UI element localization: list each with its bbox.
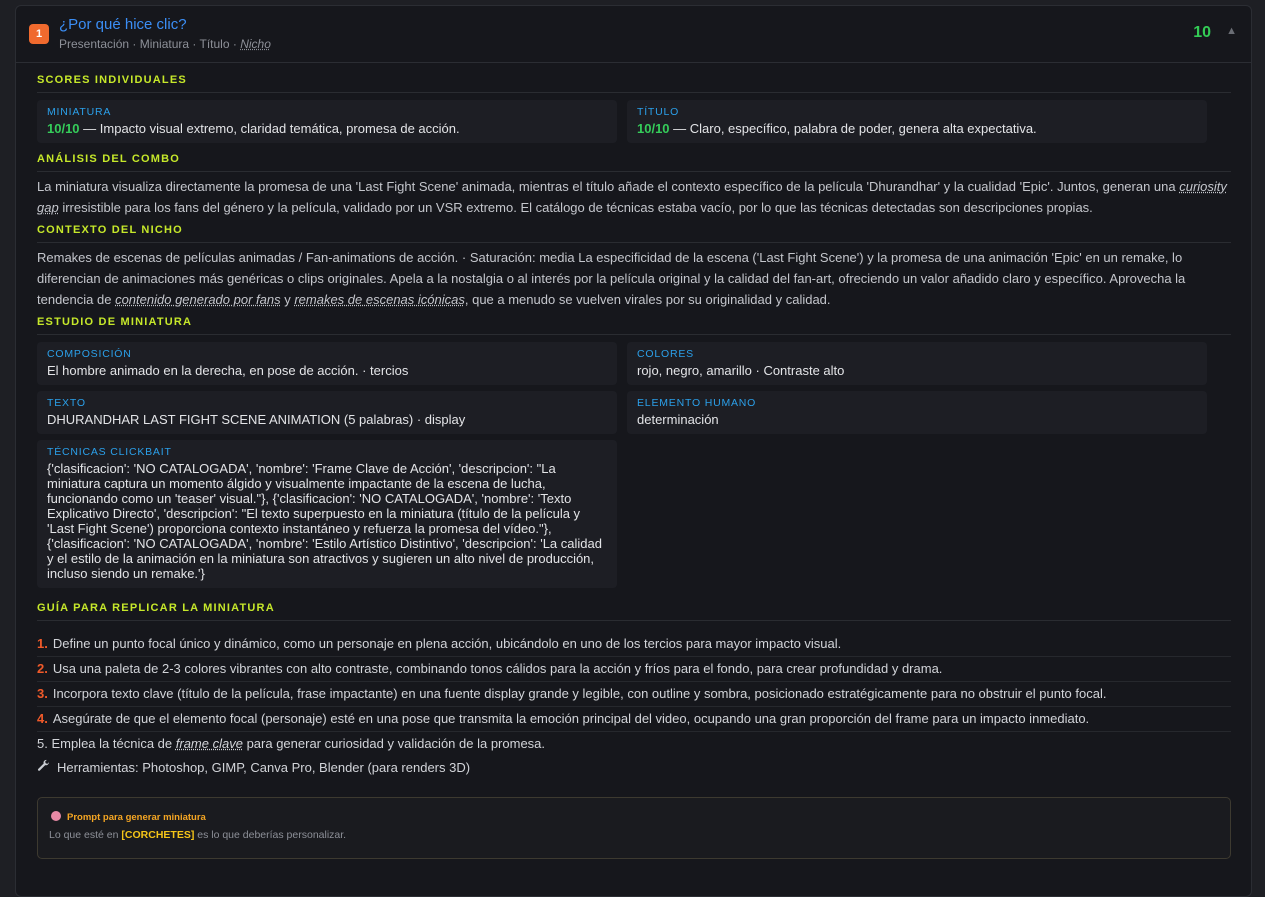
card-texto: TEXTO DHURANDHAR LAST FIGHT SCENE ANIMAT… <box>37 391 617 434</box>
total-score: 10 <box>1193 24 1211 41</box>
card-text: 10/10 — Impacto visual extremo, claridad… <box>47 121 607 136</box>
analysis-panel: 1 ¿Por qué hice clic? Presentación · Min… <box>15 5 1252 897</box>
subtitle-nicho: Nicho <box>240 37 271 51</box>
estudio-row-1: COMPOSICIÓN El hombre animado en la dere… <box>37 342 1231 385</box>
nicho-paragraph: Remakes de escenas de películas animadas… <box>37 247 1231 310</box>
card-label: ELEMENTO HUMANO <box>637 397 757 409</box>
combo-text: La miniatura visualiza directamente la p… <box>37 179 1180 194</box>
subtitle-text: Presentación · Miniatura · Título · <box>59 37 237 51</box>
nicho-italic: contenido generado por fans <box>115 292 281 307</box>
combo-text: irresistible para los fans del género y … <box>58 200 1093 215</box>
card-label: MINIATURA <box>47 106 112 118</box>
score-value: 10/10 <box>637 121 670 136</box>
list-item: 5. Emplea la técnica de frame clave para… <box>37 732 1231 756</box>
score-comment: — Impacto visual extremo, claridad temát… <box>79 121 460 136</box>
section-scores-heading: SCORES INDIVIDUALES <box>37 74 1231 93</box>
panel-subtitle: Presentación · Miniatura · Título · Nich… <box>59 37 271 51</box>
list-item: 2. Usa una paleta de 2-3 colores vibrante… <box>37 657 1231 682</box>
section-guia-heading: GUÍA PARA REPLICAR LA MINIATURA <box>37 602 1231 621</box>
item-text: 5. Emplea la técnica de <box>37 736 176 751</box>
card-text: {'clasificacion': 'NO CATALOGADA', 'nomb… <box>47 461 602 581</box>
card-text: determinación <box>637 412 719 427</box>
card-elemento-humano: ELEMENTO HUMANO determinación <box>627 391 1207 434</box>
scores-grid: MINIATURA 10/10 — Impacto visual extremo… <box>37 100 1231 143</box>
item-number: 4. <box>37 711 48 726</box>
hint-text: Lo que esté en <box>49 829 122 841</box>
nicho-italic: remakes de escenas icónicas <box>294 292 465 307</box>
item-number: 3. <box>37 686 48 701</box>
tools-text: Herramientas: Photoshop, GIMP, Canva Pro… <box>57 760 471 775</box>
card-tecnicas-clickbait: TÉCNICAS CLICKBAIT {'clasificacion': 'NO… <box>37 440 617 588</box>
score-card-titulo: TÍTULO 10/10 — Claro, específico, palabr… <box>627 100 1207 143</box>
combo-paragraph: La miniatura visualiza directamente la p… <box>37 176 1231 218</box>
card-colores: COLORES rojo, negro, amarillo · Contrast… <box>627 342 1207 385</box>
card-text: rojo, negro, amarillo · Contraste alto <box>637 363 845 378</box>
card-text: El hombre animado en la derecha, en pose… <box>47 363 409 378</box>
list-item: 4. Asegúrate de que el elemento focal (pe… <box>37 707 1231 732</box>
card-composicion: COMPOSICIÓN El hombre animado en la dere… <box>37 342 617 385</box>
list-item: 1. Define un punto focal único y dinámico… <box>37 632 1231 657</box>
wrench-icon <box>37 756 51 780</box>
card-label: COMPOSICIÓN <box>47 348 132 360</box>
estudio-row-2: TEXTO DHURANDHAR LAST FIGHT SCENE ANIMAT… <box>37 391 1231 434</box>
score-card-miniatura: MINIATURA 10/10 — Impacto visual extremo… <box>37 100 617 143</box>
item-italic: frame clave <box>175 736 243 751</box>
section-nicho-heading: CONTEXTO DEL NICHO <box>37 224 1231 243</box>
panel-header[interactable]: 1 ¿Por qué hice clic? Presentación · Min… <box>16 6 1251 63</box>
item-text: Define un punto focal único y dinámico, … <box>52 636 842 651</box>
score-value: 10/10 <box>47 121 80 136</box>
item-text: para generar curiosidad y validación de … <box>242 736 546 751</box>
card-label: TEXTO <box>47 397 86 409</box>
hint-bold: [CORCHETES] <box>121 829 195 841</box>
nicho-text: , que a menudo se vuelven virales por su… <box>464 292 831 307</box>
card-text: 10/10 — Claro, específico, palabra de po… <box>637 121 1197 136</box>
list-item: 3. Incorpora texto clave (título de la pe… <box>37 682 1231 707</box>
score-comment: — Claro, específico, palabra de poder, g… <box>669 121 1037 136</box>
card-label: TÍTULO <box>637 106 680 118</box>
item-text: Incorpora texto clave (título de la pelí… <box>52 686 1107 701</box>
item-number: 2. <box>37 661 48 676</box>
hint-text: es lo que deberías personalizar. <box>194 829 347 841</box>
item-text: Usa una paleta de 2-3 colores vibrantes … <box>52 661 943 676</box>
item-text: Asegúrate de que el elemento focal (pers… <box>52 711 1090 726</box>
section-combo-heading: ANÁLISIS DEL COMBO <box>37 153 1231 172</box>
card-label: COLORES <box>637 348 694 360</box>
section-estudio-heading: ESTUDIO DE MINIATURA <box>37 316 1231 335</box>
prompt-title: Prompt para generar miniatura <box>51 811 206 823</box>
prompt-hint: Lo que esté en [CORCHETES] es lo que deb… <box>49 829 346 841</box>
index-badge: 1 <box>29 24 49 44</box>
collapse-chevron-icon[interactable]: ▲ <box>1226 25 1237 37</box>
panel-title[interactable]: ¿Por qué hice clic? <box>59 16 187 33</box>
prompt-title-text: Prompt para generar miniatura <box>67 812 206 823</box>
card-text: DHURANDHAR LAST FIGHT SCENE ANIMATION (5… <box>47 412 466 427</box>
card-label: TÉCNICAS CLICKBAIT <box>47 446 172 458</box>
nicho-text: y <box>280 292 295 307</box>
brain-icon <box>51 811 61 821</box>
item-number: 1. <box>37 636 48 651</box>
tools-line: Herramientas: Photoshop, GIMP, Canva Pro… <box>37 756 1231 780</box>
prompt-box[interactable]: Prompt para generar miniatura Lo que est… <box>37 797 1231 859</box>
guia-list: 1. Define un punto focal único y dinámico… <box>37 632 1231 756</box>
panel-content: SCORES INDIVIDUALES MINIATURA 10/10 — Im… <box>16 74 1251 859</box>
